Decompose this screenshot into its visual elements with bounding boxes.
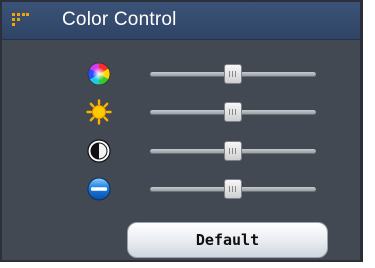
brightness-slider-thumb[interactable] xyxy=(224,102,242,122)
brightness-row xyxy=(2,97,360,127)
saturation-icon xyxy=(87,177,111,201)
color-wheel-icon xyxy=(87,62,111,86)
contrast-icon xyxy=(87,139,111,163)
title-bar[interactable]: Color Control xyxy=(2,2,360,40)
color-control-panel: Color Control Default xyxy=(0,0,363,262)
hue-slider-thumb[interactable] xyxy=(224,64,242,84)
saturation-slider-thumb[interactable] xyxy=(224,179,242,199)
hue-slider[interactable] xyxy=(150,64,316,84)
contrast-slider-thumb[interactable] xyxy=(224,141,242,161)
saturation-slider[interactable] xyxy=(150,179,316,199)
contrast-row xyxy=(2,136,360,166)
grip-dots-icon[interactable] xyxy=(11,12,29,30)
sun-icon xyxy=(86,99,112,125)
window-title: Color Control xyxy=(62,9,177,30)
saturation-row xyxy=(2,174,360,204)
hue-row xyxy=(2,59,360,89)
contrast-slider[interactable] xyxy=(150,141,316,161)
brightness-slider[interactable] xyxy=(150,102,316,122)
default-button[interactable]: Default xyxy=(127,222,328,258)
